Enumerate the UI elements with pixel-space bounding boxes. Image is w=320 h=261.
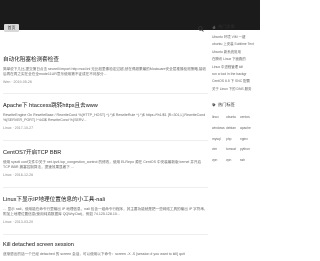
tag-link[interactable]: vpn (226, 155, 240, 166)
tag-link[interactable]: ubuntu (226, 112, 240, 123)
tag-link[interactable]: php (226, 134, 240, 145)
post-date: Linux · 2016-12-26 (3, 173, 34, 178)
hot-post-link[interactable]: Linux 中进程管理 kill (212, 64, 258, 71)
post-excerpt: 简单说下几比,提交第日点击 seurelli import http mod.t… (3, 67, 207, 77)
post-item: Apache下 htaccess跳转https且去www RewriteEngi… (3, 101, 208, 130)
hot-posts-heading: 热门文章 (212, 24, 258, 30)
hot-posts-title: 热门文章 (218, 24, 235, 29)
post-date: Wen · 2019-05-26 (3, 80, 32, 85)
search-icon[interactable] (198, 26, 204, 32)
post-excerpt: … 显示 nali，使用能在命令行里输出 IP 地理信息，nali 包含一组命令… (3, 207, 208, 217)
tag-link[interactable]: apache (240, 123, 254, 134)
tag-link[interactable]: debian (226, 123, 240, 134)
hot-post-link[interactable]: Ubuntu 新系统常用 (212, 49, 258, 56)
post-item: Linux下显示IP地理位置信息的小工具-nali … 显示 nali，使用能在… (3, 195, 208, 224)
hot-tags-title: 热门标签 (218, 102, 235, 108)
tag-cloud: linux ubuntu centos windows debian apach… (212, 112, 258, 166)
post-title[interactable]: Kill detached screen session (3, 242, 208, 248)
tag-icon (212, 103, 216, 107)
tag-link[interactable]: vim (212, 144, 226, 155)
tag-link[interactable]: windows (212, 123, 226, 134)
post-date: Linux · 2017-10-27 (3, 126, 34, 131)
post-title[interactable]: Apache下 htaccess跳转https且去www (3, 101, 208, 109)
fire-icon (212, 25, 216, 29)
divider (3, 234, 208, 235)
post-item: CentOS7开启TCP BBR 使用 sysctl conf文件中关于 net… (3, 148, 208, 177)
hot-post-link[interactable]: 在腾讯 Linux 下面跑的 (212, 56, 258, 63)
tag-link[interactable]: python (240, 144, 254, 155)
divider (3, 140, 208, 141)
hot-post-link[interactable]: run a tool in the backgr (212, 71, 258, 78)
post-title[interactable]: Linux下显示IP地理位置信息的小工具-nali (3, 195, 208, 203)
hot-tags-heading: 热门标签 (212, 102, 258, 108)
sidebar: 热门文章 Ubuntu 环境 VIM 一键 ubuntu 上安装 Sublime… (212, 24, 258, 166)
hot-posts-list: Ubuntu 环境 VIM 一键 ubuntu 上安装 Sublime Text… (212, 34, 258, 93)
post-excerpt: RewriteEngine On RewriteBase / RewriteCo… (3, 113, 206, 123)
divider (3, 93, 208, 94)
post-item: Kill detached screen session 逐渐退出的话一个已经 … (3, 242, 208, 257)
hot-post-link[interactable]: 关于 Linux 下的 DNS 服务 (212, 86, 258, 93)
home-button[interactable]: 首页 (4, 24, 19, 32)
tag-link[interactable]: vpn (212, 155, 226, 166)
post-excerpt: 逐渐退出的话一个已经 detached 的 screen 会话，可以使用以下命令… (3, 252, 185, 256)
post-title[interactable]: CentOS7开启TCP BBR (3, 148, 208, 156)
tag-link[interactable]: ssh (240, 155, 254, 166)
post-title[interactable]: 自动化阻塞检测套检查 (3, 55, 208, 63)
tag-link[interactable]: nginx (240, 134, 254, 145)
hot-post-link[interactable]: ubuntu 上安装 Sublime Text (212, 41, 258, 48)
divider (3, 187, 208, 188)
tag-link[interactable]: linux (212, 112, 226, 123)
post-excerpt: 使用 sysctl conf文件中关于 net.ipv4.tcp_congest… (3, 160, 202, 170)
post-date: Linux · 2013-03-20 (3, 220, 34, 225)
tag-link[interactable]: centos (240, 112, 254, 123)
tag-link[interactable]: tomcat (226, 144, 240, 155)
post-item: 自动化阻塞检测套检查 简单说下几比,提交第日点击 seurelli import… (3, 55, 208, 84)
tag-link[interactable]: mysql (212, 134, 226, 145)
hot-post-link[interactable]: CentOS 6.5 下 SNC 配置 (212, 78, 258, 85)
hot-post-link[interactable]: Ubuntu 环境 VIM 一键 (212, 34, 258, 41)
